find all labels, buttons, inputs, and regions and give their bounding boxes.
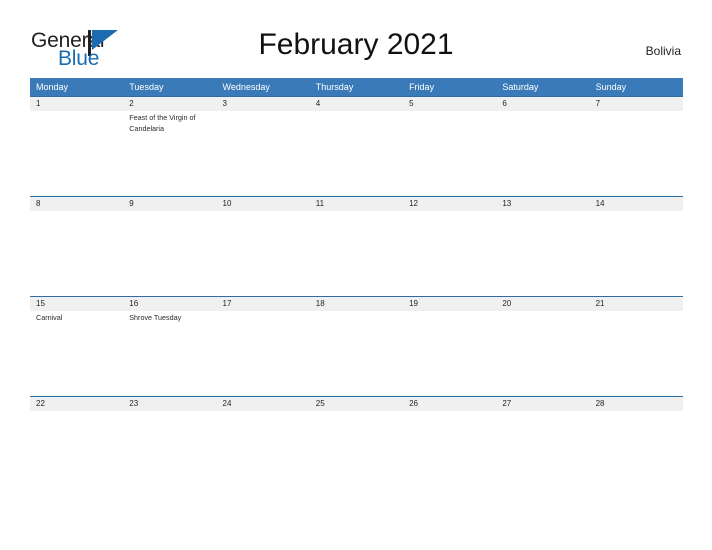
day-events-row [30,411,683,413]
weekday-monday: Monday [36,82,69,92]
day-number[interactable]: 18 [310,297,403,311]
day-event-text [310,211,403,213]
day-event-text [310,411,403,413]
day-number[interactable]: 15 [30,297,123,311]
day-event-text [30,411,123,413]
day-number[interactable]: 7 [590,97,683,111]
calendar-grid: Monday Tuesday Wednesday Thursday Friday… [30,78,683,496]
day-number[interactable]: 20 [496,297,589,311]
day-number[interactable]: 24 [217,397,310,411]
country-label: Bolivia [645,44,681,58]
day-event-text [496,111,589,134]
day-number[interactable]: 21 [590,297,683,311]
day-number[interactable]: 2 [123,97,216,111]
day-events-row [30,211,683,213]
day-number[interactable]: 17 [217,297,310,311]
day-event-text [217,111,310,134]
day-number-band: 22 23 24 25 26 27 28 [30,397,683,411]
day-number[interactable]: 4 [310,97,403,111]
weekday-tuesday: Tuesday [129,82,164,92]
day-event-text [310,311,403,324]
day-event-text [403,111,496,134]
day-event-text [590,211,683,213]
day-number[interactable]: 23 [123,397,216,411]
day-event-text [217,311,310,324]
day-number[interactable]: 27 [496,397,589,411]
day-event-text [123,411,216,413]
day-number[interactable]: 1 [30,97,123,111]
weekday-friday: Friday [409,82,435,92]
day-number[interactable]: 19 [403,297,496,311]
weekday-header-row: Monday Tuesday Wednesday Thursday Friday… [30,78,683,96]
day-number-band: 8 9 10 11 12 13 14 [30,197,683,211]
day-event-text [590,111,683,134]
day-number[interactable]: 14 [590,197,683,211]
day-number[interactable]: 22 [30,397,123,411]
day-number[interactable]: 5 [403,97,496,111]
day-events-row: Carnival Shrove Tuesday [30,311,683,324]
weekday-wednesday: Wednesday [222,82,270,92]
day-event-text: Carnival [36,313,63,322]
day-event-text [30,111,123,134]
day-number[interactable]: 9 [123,197,216,211]
weekday-saturday: Saturday [502,82,539,92]
day-number-band: 15 16 17 18 19 20 21 [30,297,683,311]
day-event-text [590,411,683,413]
week-row: 15 16 17 18 19 20 21 Carnival Shrove Tue… [30,296,683,396]
day-event-text [403,211,496,213]
day-event-text [590,311,683,324]
day-number[interactable]: 11 [310,197,403,211]
weekday-thursday: Thursday [315,82,354,92]
week-row: 8 9 10 11 12 13 14 [30,196,683,296]
day-event-text [217,211,310,213]
day-number[interactable]: 13 [496,197,589,211]
day-event-text [403,311,496,324]
day-event-text [496,211,589,213]
day-number[interactable]: 16 [123,297,216,311]
day-number[interactable]: 12 [403,197,496,211]
week-row: 1 2 3 4 5 6 7 Feast of the Virgin of Can… [30,96,683,196]
day-event-text [403,411,496,413]
day-event-text: Feast of the Virgin of Candelaria [129,113,196,133]
week-row: 22 23 24 25 26 27 28 [30,396,683,496]
day-event-text [30,211,123,213]
day-event-text [217,411,310,413]
day-event-text [123,211,216,213]
day-event-text: Shrove Tuesday [129,313,182,322]
day-number[interactable]: 25 [310,397,403,411]
weekday-sunday: Sunday [595,82,627,92]
day-event-text [496,311,589,324]
day-number[interactable]: 26 [403,397,496,411]
day-number[interactable]: 10 [217,197,310,211]
day-number[interactable]: 6 [496,97,589,111]
day-number[interactable]: 8 [30,197,123,211]
day-event-text [496,411,589,413]
page-title: February 2021 [258,28,454,61]
day-number[interactable]: 28 [590,397,683,411]
day-number[interactable]: 3 [217,97,310,111]
day-number-band: 1 2 3 4 5 6 7 [30,97,683,111]
page-header: General Blue February 2021 Bolivia [0,0,712,76]
day-events-row: Feast of the Virgin of Candelaria [30,111,683,134]
day-event-text [310,111,403,134]
